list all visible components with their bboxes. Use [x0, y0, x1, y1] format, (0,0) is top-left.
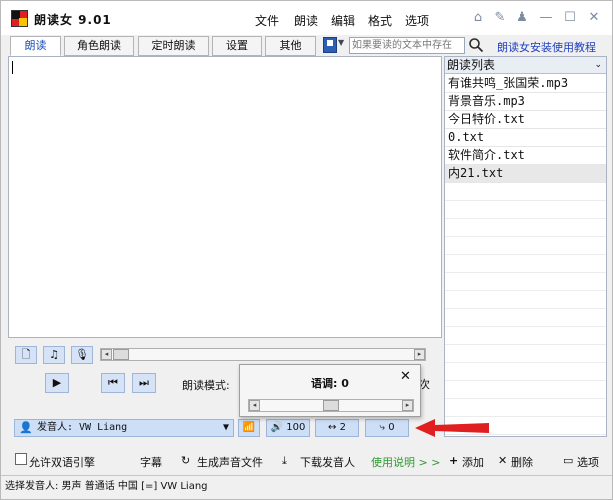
menu-format[interactable]: 格式: [368, 12, 392, 29]
chevron-down-icon[interactable]: ⌄: [594, 57, 602, 73]
menu-read[interactable]: 朗读: [294, 12, 318, 29]
status-bar: 选择发音人: 男声 普通话 中国 [=] VW Liang: [1, 475, 612, 499]
generate-audio-button[interactable]: 生成声音文件: [197, 454, 263, 470]
menu-file[interactable]: 文件: [255, 12, 279, 29]
allow-dual-checkbox[interactable]: [15, 453, 27, 465]
pitch-value: 0: [388, 422, 395, 433]
app-title: 朗读女 9.01: [34, 13, 112, 27]
download-icon[interactable]: ⤓: [282, 454, 287, 468]
tab-settings[interactable]: 设置: [212, 36, 262, 56]
playlist-header-label: 朗读列表: [447, 58, 496, 72]
playlist-panel: 朗读列表 ⌄ 有谁共鸣_张国荣.mp3 背景音乐.mp3 今日特价.txt 0.…: [444, 56, 607, 437]
allow-dual-label[interactable]: 允许双语引擎: [29, 454, 95, 470]
playlist-item[interactable]: 背景音乐.mp3: [445, 93, 606, 111]
chevron-down-icon[interactable]: ▼: [338, 38, 344, 47]
delete-icon[interactable]: ✕: [498, 454, 507, 467]
search-icon[interactable]: [468, 37, 484, 53]
speed-control[interactable]: ↔ 2: [315, 419, 359, 437]
tab-timed-read[interactable]: 定时朗读: [138, 36, 209, 56]
playlist-header[interactable]: 朗读列表 ⌄: [445, 57, 606, 74]
pitch-slider-thumb[interactable]: [323, 400, 339, 411]
app-window: 朗读女 9.01 文件 朗读 编辑 格式 选项 ⌂ ✎ ♟ — ☐ ✕ 朗读 角…: [0, 0, 613, 500]
install-guide-link[interactable]: 朗读女安装使用教程: [497, 39, 596, 55]
pitch-popup-title: 语调: 0: [311, 377, 349, 390]
subtitles-button[interactable]: 字幕: [140, 454, 162, 470]
close-icon[interactable]: ✕: [585, 10, 603, 26]
download-voice-button[interactable]: 下载发音人: [300, 454, 355, 470]
next-button[interactable]: ⏭: [132, 373, 156, 393]
reading-text-area[interactable]: [8, 56, 442, 338]
scroll-left-icon[interactable]: ◂: [249, 400, 260, 411]
speed-icon: ↔: [328, 422, 337, 433]
options-icon[interactable]: ▭: [563, 454, 573, 467]
red-arrow-annotation: [415, 419, 489, 437]
speaker-select[interactable]: 👤 发音人: VW Liang ▼: [14, 419, 234, 437]
bottom-toolbar: 允许双语引擎 字幕 ↻ 生成声音文件 ⤓ 下载发音人 使用说明 > > + 添加…: [1, 448, 612, 473]
menu-options[interactable]: 选项: [405, 12, 429, 29]
add-icon[interactable]: +: [449, 454, 458, 467]
progress-thumb[interactable]: [113, 349, 129, 360]
tools-icon[interactable]: ✎: [491, 10, 509, 26]
tab-other[interactable]: 其他: [265, 36, 316, 56]
volume-control[interactable]: 🔊 100: [266, 419, 310, 437]
shirt-icon[interactable]: ♟: [513, 10, 531, 26]
options-button[interactable]: 选项: [577, 454, 599, 470]
volume-icon: 🔊: [270, 422, 284, 433]
search-mode-icon[interactable]: [323, 37, 337, 53]
generate-audio-icon[interactable]: ↻: [181, 454, 190, 467]
delete-button[interactable]: 删除: [511, 454, 533, 470]
speaker-label: 发音人: VW Liang: [37, 422, 128, 433]
tab-role-read[interactable]: 角色朗读: [64, 36, 134, 56]
usage-help-link[interactable]: 使用说明 > >: [371, 454, 440, 470]
speed-value: 2: [339, 422, 346, 433]
voice-engine-icon[interactable]: 📶: [238, 419, 260, 437]
pitch-popup: 语调: 0 ✕ ◂ ▸: [239, 364, 421, 417]
search-input[interactable]: 如果要读的文本中存在: [349, 37, 465, 54]
menu-edit[interactable]: 编辑: [331, 12, 355, 29]
playlist-item[interactable]: 内21.txt: [445, 165, 606, 183]
tab-read[interactable]: 朗读: [10, 36, 61, 56]
pitch-icon: ⤷: [379, 422, 386, 433]
music-note-icon[interactable]: ♫: [43, 346, 65, 364]
minimize-icon[interactable]: —: [537, 10, 555, 26]
pitch-control[interactable]: ⤷ 0: [365, 419, 409, 437]
playlist-item[interactable]: 今日特价.txt: [445, 111, 606, 129]
play-button[interactable]: ▶: [45, 373, 69, 393]
playlist-item[interactable]: 0.txt: [445, 129, 606, 147]
chevron-down-icon: ▼: [222, 422, 229, 433]
text-caret: [12, 61, 13, 74]
scroll-right-icon[interactable]: ▸: [402, 400, 413, 411]
title-bar: 朗读女 9.01 文件 朗读 编辑 格式 选项 ⌂ ✎ ♟ — ☐ ✕: [1, 1, 612, 35]
scroll-left-icon[interactable]: ◂: [101, 349, 112, 360]
maximize-icon[interactable]: ☐: [561, 10, 579, 26]
volume-value: 100: [286, 422, 306, 433]
add-button[interactable]: 添加: [462, 454, 484, 470]
playlist-item[interactable]: 软件简介.txt: [445, 147, 606, 165]
app-logo-icon: [11, 10, 28, 27]
close-icon[interactable]: ✕: [400, 369, 411, 384]
scroll-right-icon[interactable]: ▸: [414, 349, 425, 360]
document-icon[interactable]: 🗋: [15, 346, 37, 364]
progress-scrollbar[interactable]: ◂ ▸: [100, 348, 426, 361]
home-icon[interactable]: ⌂: [469, 10, 487, 26]
person-icon: 👤: [19, 421, 33, 434]
playlist-item[interactable]: 有谁共鸣_张国荣.mp3: [445, 75, 606, 93]
previous-button[interactable]: ⏮: [101, 373, 125, 393]
read-mode-label: 朗读模式:: [182, 379, 230, 392]
pitch-slider[interactable]: ◂ ▸: [248, 399, 414, 412]
microphone-icon[interactable]: 🎙: [71, 346, 93, 364]
